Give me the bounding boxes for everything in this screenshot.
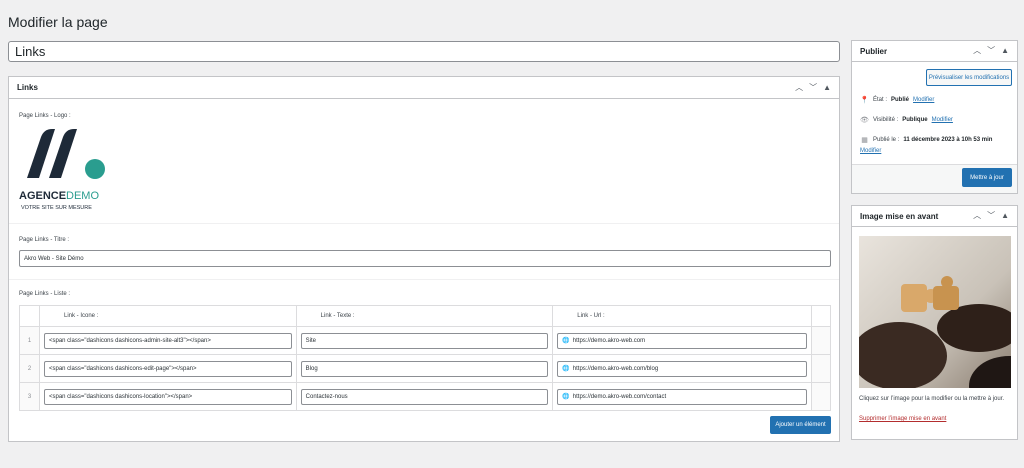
links-repeater-table: Link - Icone : Link - Texte : Link - Url… xyxy=(19,305,832,411)
globe-icon: 🌐 xyxy=(562,394,570,400)
logo-text-main: AGENCE xyxy=(19,190,66,202)
row-url-value: https://demo.akro-web.com xyxy=(572,337,646,344)
links-metabox-title: Links xyxy=(17,83,38,92)
logo-tagline: VOTRE SITE SUR MESURE xyxy=(21,205,92,211)
eye-icon: 👁 xyxy=(860,117,869,124)
edit-status-link[interactable]: Modifier xyxy=(913,97,934,103)
table-row: 3 <span class="dashicons dashicons-locat… xyxy=(19,382,832,411)
pin-icon: 📍 xyxy=(860,97,869,104)
calendar-icon: ▦ xyxy=(861,137,868,144)
column-header-icon: Link - Icone : xyxy=(38,305,297,327)
published-date-row: ▦ Publié le : 11 décembre 2023 à 10h 53 … xyxy=(861,137,993,144)
row-icon-input[interactable]: <span class="dashicons dashicons-admin-s… xyxy=(43,332,292,349)
row-url-input[interactable]: 🌐 https://demo.akro-web.com xyxy=(557,332,807,349)
globe-icon: 🌐 xyxy=(562,366,570,372)
move-up-icon[interactable]: ︿ xyxy=(973,212,981,220)
featured-image[interactable] xyxy=(859,236,1011,388)
collapse-toggle-icon[interactable]: ▲ xyxy=(823,83,831,92)
remove-featured-image-link[interactable]: Supprimer l’image mise en avant xyxy=(859,416,946,422)
preview-changes-button[interactable]: Prévisualiser les modifications xyxy=(926,69,1012,86)
featured-image-metabox: Image mise en avant ︿ ﹀ ▲ Cliquez sur l’… xyxy=(851,205,1018,440)
edit-visibility-link[interactable]: Modifier xyxy=(932,117,953,123)
logo-image[interactable]: AGENCE DEMO VOTRE SITE SUR MESURE xyxy=(19,123,107,213)
row-url-input[interactable]: 🌐 https://demo.akro-web.com/blog xyxy=(557,360,807,377)
move-up-icon[interactable]: ︿ xyxy=(973,47,981,55)
list-field-label: Page Links - Liste : xyxy=(19,291,71,297)
add-row-button[interactable]: Ajouter un élément xyxy=(770,416,831,434)
column-header-url: Link - Url : xyxy=(552,305,812,327)
row-actions[interactable] xyxy=(810,354,832,383)
move-up-icon[interactable]: ︿ xyxy=(795,83,803,92)
edit-date-link[interactable]: Modifier xyxy=(860,148,881,154)
row-icon-input[interactable]: <span class="dashicons dashicons-edit-pa… xyxy=(43,360,292,377)
publish-metabox: Publier ︿ ﹀ ▲ Prévisualiser les modifica… xyxy=(851,40,1018,194)
links-metabox: Links ︿ ﹀ ▲ Page Links - Logo : AGENCE D… xyxy=(8,76,840,442)
column-header-text: Link - Texte : xyxy=(295,305,554,327)
links-title-input[interactable]: Akro Web - Site Démo xyxy=(19,250,831,267)
row-text-input[interactable]: Blog xyxy=(300,360,549,377)
row-text-input[interactable]: Site xyxy=(300,332,549,349)
update-button[interactable]: Mettre à jour xyxy=(962,168,1012,187)
logo-label: Page Links - Logo : xyxy=(19,113,71,119)
row-number[interactable]: 2 xyxy=(19,354,40,383)
row-url-input[interactable]: 🌐 https://demo.akro-web.com/contact xyxy=(557,388,807,405)
page-title: Modifier la page xyxy=(8,14,108,30)
title-field-label: Page Links - Titre : xyxy=(19,237,70,243)
row-url-value: https://demo.akro-web.com/blog xyxy=(572,365,659,372)
post-title-input[interactable] xyxy=(8,41,840,62)
row-actions[interactable] xyxy=(810,326,832,355)
globe-icon: 🌐 xyxy=(562,338,570,344)
logo-text-accent: DEMO xyxy=(66,190,99,202)
featured-image-metabox-title: Image mise en avant xyxy=(860,211,939,221)
row-number[interactable]: 3 xyxy=(19,382,40,411)
table-row: 2 <span class="dashicons dashicons-edit-… xyxy=(19,354,832,383)
status-row: 📍 État : Publié Modifier xyxy=(860,97,935,104)
move-down-icon[interactable]: ﹀ xyxy=(809,83,817,92)
featured-image-metabox-header: Image mise en avant ︿ ﹀ ▲ xyxy=(852,206,1017,227)
row-number[interactable]: 1 xyxy=(19,326,40,355)
links-metabox-header: Links ︿ ﹀ ▲ xyxy=(9,77,839,99)
move-down-icon[interactable]: ﹀ xyxy=(987,47,995,55)
row-icon-input[interactable]: <span class="dashicons dashicons-locatio… xyxy=(43,388,292,405)
row-text-input[interactable]: Contactez-nous xyxy=(300,388,549,405)
visibility-row: 👁 Visibilité : Publique Modifier xyxy=(860,117,953,124)
featured-image-hint: Cliquez sur l’image pour la modifier ou … xyxy=(859,396,1005,402)
table-row: 1 <span class="dashicons dashicons-admin… xyxy=(19,326,832,355)
collapse-toggle-icon[interactable]: ▲ xyxy=(1001,47,1009,55)
collapse-toggle-icon[interactable]: ▲ xyxy=(1001,212,1009,220)
publish-metabox-title: Publier xyxy=(860,46,888,56)
move-down-icon[interactable]: ﹀ xyxy=(987,212,995,220)
publish-metabox-header: Publier ︿ ﹀ ▲ xyxy=(852,41,1017,62)
row-actions[interactable] xyxy=(810,382,832,411)
row-url-value: https://demo.akro-web.com/contact xyxy=(572,393,667,400)
